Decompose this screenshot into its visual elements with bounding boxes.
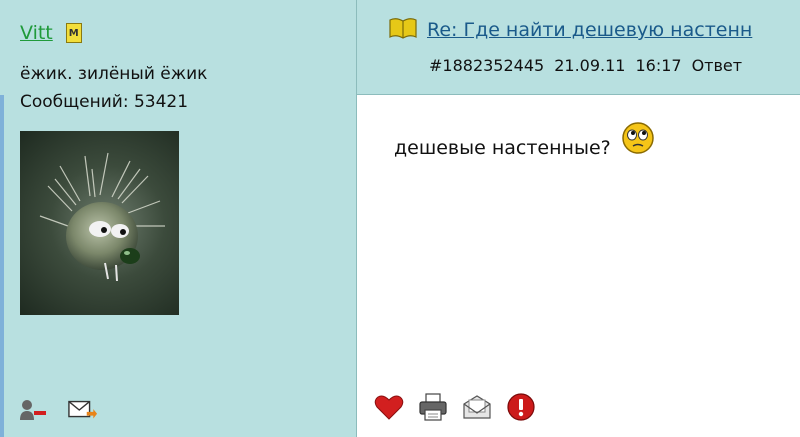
post-date: 21.09.11 [554, 56, 626, 75]
post-count: Сообщений: 53421 [20, 92, 189, 112]
user-minus-icon[interactable] [18, 396, 48, 424]
printer-icon[interactable] [418, 393, 448, 421]
confused-smiley-icon [621, 121, 655, 160]
post-meta: #1882352445 21.09.11 16:17 Ответ [429, 56, 752, 75]
hedgehog-avatar-image [39, 152, 165, 282]
author-name-link[interactable]: Vitt [20, 22, 53, 44]
open-book-icon [389, 17, 417, 43]
author-actions [18, 396, 98, 424]
message-body: дешевые настенные? [394, 122, 655, 160]
user-status: ёжик. зилёный ёжик [20, 64, 208, 84]
avatar [20, 131, 179, 315]
post-time: 16:17 [635, 56, 682, 75]
post-id[interactable]: #1882352445 [429, 56, 544, 75]
message-text: дешевые настенные? [394, 136, 611, 159]
author-sidebar: Vitt M ёжик. зилёный ёжик Сообщений: 534… [4, 0, 357, 437]
post-content: дешевые настенные? [357, 95, 800, 437]
post-actions [374, 393, 536, 421]
post-header: Re: Где найти дешевую настенн #188235244… [357, 0, 800, 95]
envelope-icon[interactable] [462, 393, 492, 421]
moderator-badge-icon: M [65, 23, 82, 43]
thread-title-row: Re: Где найти дешевую настенн [389, 17, 752, 43]
heart-icon[interactable] [374, 393, 404, 421]
author-row: Vitt M [20, 22, 82, 44]
reply-link[interactable]: Ответ [692, 56, 743, 75]
exclamation-icon[interactable] [506, 393, 536, 421]
thread-title-link[interactable]: Re: Где найти дешевую настенн [427, 19, 752, 41]
mail-forward-icon[interactable] [68, 396, 98, 424]
